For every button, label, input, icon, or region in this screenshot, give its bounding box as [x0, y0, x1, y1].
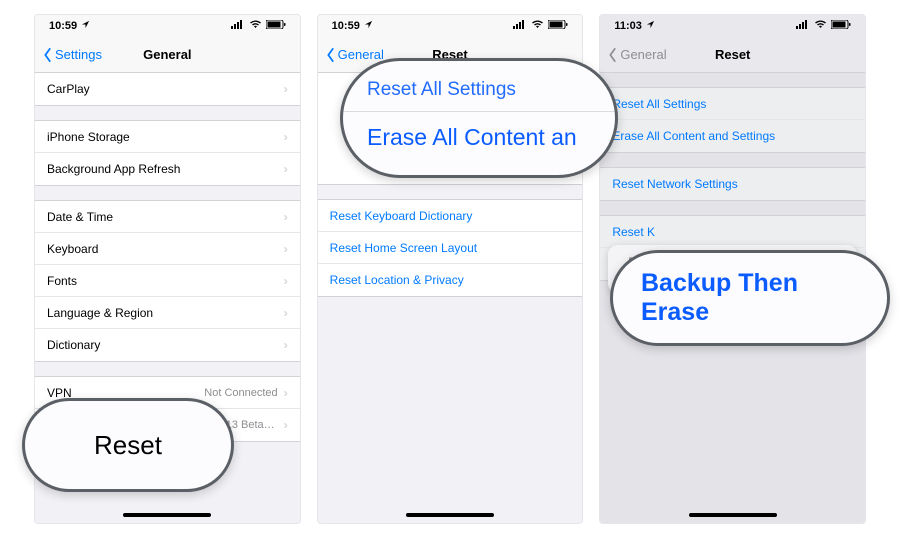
back-button: General [608, 37, 666, 72]
home-indicator [123, 513, 211, 517]
battery-icon [266, 20, 286, 32]
chevron-right-icon: › [284, 306, 288, 320]
callout-row-erase-all-content: Erase All Content an [343, 112, 615, 155]
nav-bar: Settings General [35, 37, 300, 73]
signal-icon [796, 20, 810, 32]
wifi-icon [531, 20, 544, 32]
row-reset-keyboard-partial: Reset K [600, 216, 865, 248]
back-button[interactable]: Settings [43, 37, 102, 72]
wifi-icon [249, 20, 262, 32]
back-label: Settings [55, 47, 102, 62]
back-label: General [338, 47, 384, 62]
nav-bar: General Reset [600, 37, 865, 73]
row-iphone-storage[interactable]: iPhone Storage › [35, 121, 300, 153]
row-erase-all-content: Erase All Content and Settings [600, 120, 865, 152]
battery-icon [831, 20, 851, 32]
chevron-right-icon: › [284, 338, 288, 352]
callout-backup-then-erase: Backup Then Erase [610, 250, 890, 346]
location-arrow-icon [364, 20, 373, 32]
row-reset-home-screen-layout[interactable]: Reset Home Screen Layout [318, 232, 583, 264]
chevron-right-icon: › [284, 162, 288, 176]
row-keyboard[interactable]: Keyboard › [35, 233, 300, 265]
callout-backup-then-erase-label: Backup Then Erase [613, 253, 887, 343]
chevron-right-icon: › [284, 418, 288, 432]
status-bar: 11:03 [600, 15, 865, 37]
chevron-right-icon: › [284, 274, 288, 288]
row-reset-network-settings: Reset Network Settings [600, 168, 865, 200]
row-language-region[interactable]: Language & Region › [35, 297, 300, 329]
row-reset-all-settings: Reset All Settings [600, 88, 865, 120]
signal-icon [513, 20, 527, 32]
status-bar: 10:59 [318, 15, 583, 37]
wifi-icon [814, 20, 827, 32]
chevron-right-icon: › [284, 386, 288, 400]
row-dictionary[interactable]: Dictionary › [35, 329, 300, 361]
back-label: General [620, 47, 666, 62]
chevron-right-icon: › [284, 242, 288, 256]
callout-reset: Reset [22, 398, 234, 492]
battery-icon [548, 20, 568, 32]
row-reset-keyboard-dictionary[interactable]: Reset Keyboard Dictionary [318, 200, 583, 232]
callout-reset-label: Reset [25, 401, 231, 489]
callout-row-reset-all-settings: Reset All Settings [343, 75, 615, 112]
page-title: Reset [715, 47, 750, 62]
vpn-detail: Not Connected [204, 387, 277, 399]
chevron-right-icon: › [284, 210, 288, 224]
location-arrow-icon [81, 20, 90, 32]
home-indicator [689, 513, 777, 517]
row-reset-location-privacy[interactable]: Reset Location & Privacy [318, 264, 583, 296]
home-indicator [406, 513, 494, 517]
row-carplay[interactable]: CarPlay › [35, 73, 300, 105]
status-time: 11:03 [614, 20, 642, 32]
row-fonts[interactable]: Fonts › [35, 265, 300, 297]
chevron-right-icon: › [284, 130, 288, 144]
status-bar: 10:59 [35, 15, 300, 37]
location-arrow-icon [646, 20, 655, 32]
status-time: 10:59 [49, 20, 77, 32]
signal-icon [231, 20, 245, 32]
status-time: 10:59 [332, 20, 360, 32]
page-title: General [143, 47, 191, 62]
chevron-right-icon: › [284, 82, 288, 96]
row-date-time[interactable]: Date & Time › [35, 201, 300, 233]
row-bg-refresh[interactable]: Background App Refresh › [35, 153, 300, 185]
callout-erase-all-content: Reset All Settings Erase All Content an [340, 58, 618, 178]
